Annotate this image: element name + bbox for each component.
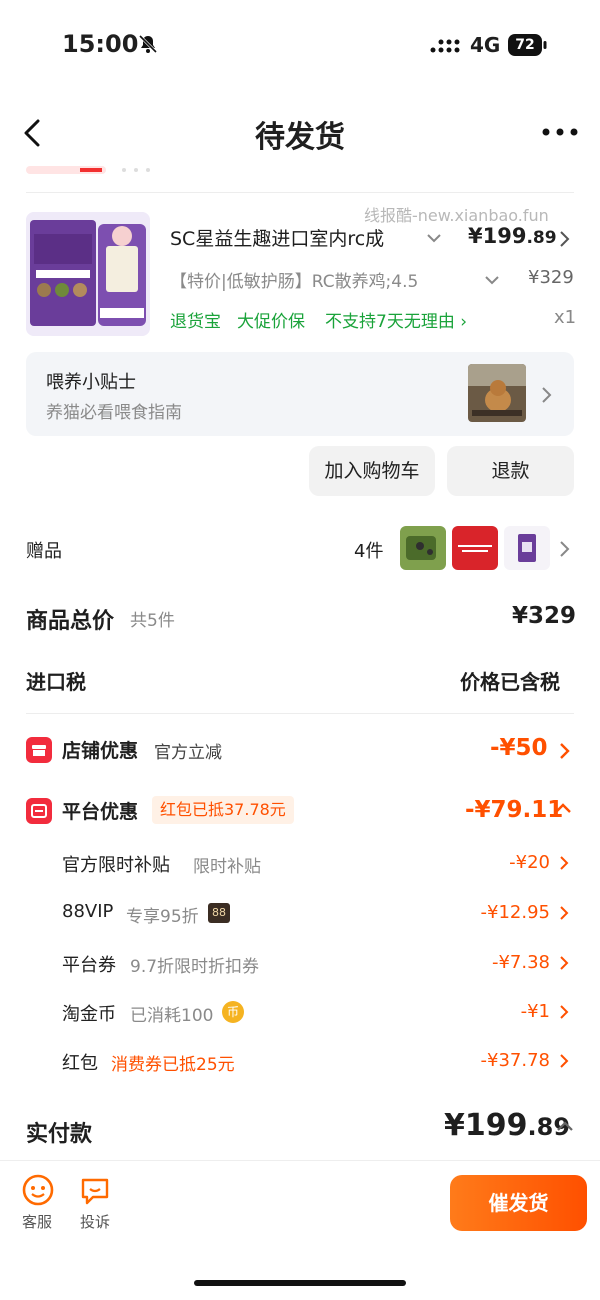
divider xyxy=(26,192,574,193)
shop-discount-label: 店铺优惠 xyxy=(62,740,139,762)
red-packet-label: 红包 xyxy=(62,1053,98,1074)
product-price: ¥199.89 xyxy=(468,224,557,248)
store-icon xyxy=(32,745,46,756)
tip-title: 喂养小贴士 xyxy=(46,372,136,393)
signal-icon xyxy=(430,39,460,53)
scroll-cutoff-strip xyxy=(26,166,150,174)
red-packet-value[interactable]: -¥37.78 xyxy=(481,1050,550,1071)
coupon-label: 平台券 xyxy=(62,955,116,976)
chevron-down-icon[interactable] xyxy=(426,232,442,244)
red-packet-note: 消费券已抵25元 xyxy=(111,1055,235,1075)
home-indicator xyxy=(194,1280,406,1286)
total-item-count: 共5件 xyxy=(130,611,175,631)
chevron-right-icon[interactable] xyxy=(558,742,570,760)
actual-paid-label: 实付款 xyxy=(26,1122,93,1147)
tag-price-protection: 大促价保 xyxy=(237,312,305,332)
total-price-value: ¥329 xyxy=(512,603,577,629)
paid-int: ¥199 xyxy=(444,1108,528,1143)
shop-discount-sub: 官方立减 xyxy=(154,743,222,763)
urge-shipping-button[interactable]: 催发货 xyxy=(450,1175,587,1231)
page-title: 待发货 xyxy=(255,120,345,155)
product-image[interactable] xyxy=(26,212,150,336)
import-tax-label: 进口税 xyxy=(26,670,86,694)
chevron-right-icon[interactable] xyxy=(558,1004,570,1020)
gift-art xyxy=(458,545,492,552)
tip-thumbnail xyxy=(468,364,526,422)
chevron-right-icon[interactable] xyxy=(558,540,570,558)
refund-button[interactable]: 退款 xyxy=(447,446,574,496)
product-spec[interactable]: 【特价|低敏护肠】RC散养鸡;4.5 xyxy=(170,267,476,292)
gift-thumbnail[interactable] xyxy=(504,526,550,570)
chevron-down-icon[interactable] xyxy=(484,274,500,286)
coupon-value[interactable]: -¥7.38 xyxy=(492,952,550,973)
battery-level: 72 xyxy=(515,37,535,53)
bell-muted-icon xyxy=(138,34,158,54)
shop-discount-value[interactable]: -¥50 xyxy=(490,735,548,761)
gift-art xyxy=(406,536,436,560)
product-original-price: ¥329 xyxy=(528,267,574,288)
vip-badge: 88 xyxy=(208,903,230,923)
chevron-right-icon[interactable] xyxy=(558,230,570,248)
chevron-up-icon[interactable] xyxy=(556,1120,574,1132)
red-packet-badge: 红包已抵37.78元 xyxy=(152,796,294,824)
product-quantity: x1 xyxy=(554,307,577,328)
actual-paid-value: ¥199.89 xyxy=(444,1108,570,1143)
chevron-right-icon[interactable] xyxy=(558,955,570,971)
status-time: 15:00 xyxy=(62,30,139,58)
customer-service-icon[interactable] xyxy=(22,1174,54,1206)
taojinbi-note: 已消耗100 xyxy=(130,1006,214,1026)
divider xyxy=(26,713,574,714)
tip-thumbnail-art xyxy=(468,364,526,422)
import-tax-value: 价格已含税 xyxy=(460,670,560,694)
product-price-int: ¥199 xyxy=(468,224,527,248)
chevron-right-icon[interactable] xyxy=(558,905,570,921)
gift-art xyxy=(518,534,536,562)
subsidy-note: 限时补贴 xyxy=(193,857,261,877)
chevron-right-icon[interactable] xyxy=(558,855,570,871)
subsidy-label: 官方限时补贴 xyxy=(62,855,170,876)
network-label: 4G xyxy=(470,33,501,57)
complaint-label[interactable]: 投诉 xyxy=(80,1211,110,1232)
tag-return-insurance: 退货宝 xyxy=(170,312,221,332)
coin-icon: 币 xyxy=(222,1001,244,1023)
tag-no-7day-return[interactable]: 不支持7天无理由 › xyxy=(325,307,467,332)
taojinbi-label: 淘金币 xyxy=(62,1004,116,1025)
product-price-dec: .89 xyxy=(526,228,557,248)
total-price-label: 商品总价 xyxy=(26,609,115,634)
vip-note: 专享95折 xyxy=(126,907,199,927)
gift-thumbnail[interactable] xyxy=(400,526,446,570)
coupon-icon xyxy=(31,804,47,818)
gift-thumbnail[interactable] xyxy=(452,526,498,570)
more-icon[interactable] xyxy=(540,126,580,138)
add-to-cart-button[interactable]: 加入购物车 xyxy=(309,446,435,496)
gift-count[interactable]: 4件 xyxy=(354,537,383,563)
product-package-illustration xyxy=(26,212,150,336)
coupon-note: 9.7折限时折扣券 xyxy=(130,957,260,977)
chevron-up-icon[interactable] xyxy=(554,802,572,814)
platform-discount-icon xyxy=(26,798,52,824)
gift-label: 赠品 xyxy=(26,541,62,562)
platform-discount-value[interactable]: -¥79.11 xyxy=(465,797,563,823)
taojinbi-value[interactable]: -¥1 xyxy=(521,1001,550,1022)
vip-label: 88VIP xyxy=(62,901,114,922)
vip-value[interactable]: -¥12.95 xyxy=(481,902,550,923)
watermark-text: 线报酷-new.xianbao.fun xyxy=(364,206,549,225)
customer-service-label[interactable]: 客服 xyxy=(22,1211,52,1232)
chevron-right-icon[interactable] xyxy=(558,1053,570,1069)
subsidy-value[interactable]: -¥20 xyxy=(509,852,550,873)
shop-discount-icon xyxy=(26,737,52,763)
complaint-icon[interactable] xyxy=(80,1176,110,1206)
chevron-right-icon[interactable] xyxy=(540,386,552,404)
platform-discount-label: 平台优惠 xyxy=(62,801,139,823)
product-title[interactable]: SC星益生趣进口室内rc成 xyxy=(170,224,418,251)
tip-subtitle: 养猫必看喂食指南 xyxy=(46,403,182,423)
